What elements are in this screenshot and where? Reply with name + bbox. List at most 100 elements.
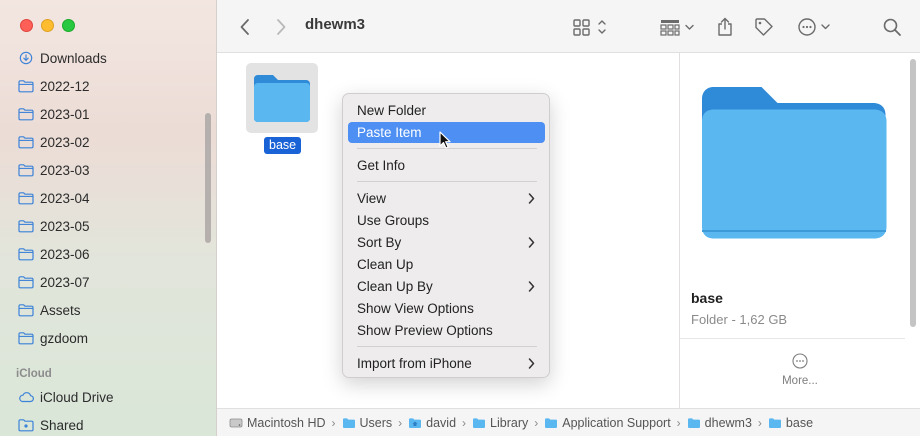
folder-item-base[interactable] [246,63,318,133]
back-button[interactable] [235,0,255,53]
folder-icon [18,108,34,121]
sidebar-item-2023-06[interactable]: 2023-06 [18,243,90,265]
sidebar-item-2022-12[interactable]: 2022-12 [18,75,90,97]
action-menu-button[interactable] [795,0,835,53]
preview-file-name: base [691,290,723,306]
chevron-left-icon [240,18,249,35]
sidebar-section-icloud: iCloud [16,368,52,380]
menu-separator [357,346,537,347]
sidebar-item-label: iCloud Drive [40,389,114,405]
sidebar-item-label: 2023-04 [40,190,90,206]
menu-item-show-view-options[interactable]: Show View Options [348,298,545,319]
sidebar-item-shared[interactable]: Shared [18,414,84,436]
folder-icon [18,80,34,93]
tag-icon [755,17,773,36]
menu-item-clean-up[interactable]: Clean Up [348,254,545,275]
folder-icon [254,75,310,122]
sidebar-item-2023-07[interactable]: 2023-07 [18,271,90,293]
more-actions-icon [798,17,830,36]
home-folder-icon [409,417,422,428]
hard-drive-icon [229,418,243,427]
menu-item-new-folder[interactable]: New Folder [348,100,545,121]
path-separator: › [398,415,403,430]
grid-view-icon [573,18,606,36]
menu-item-sort-by[interactable]: Sort By [348,232,545,253]
folder-icon [18,220,34,233]
sidebar-item-label: 2023-06 [40,246,90,262]
window-controls [20,19,75,32]
sidebar-item-label: 2023-03 [40,162,90,178]
menu-item-use-groups[interactable]: Use Groups [348,210,545,231]
preview-scrollbar[interactable] [910,59,916,327]
path-crumb-application-support[interactable]: Application Support [544,416,671,430]
sidebar-item-label: 2023-01 [40,106,90,122]
sidebar-scrollbar[interactable] [205,113,211,243]
more-icon [792,353,808,369]
mouse-cursor-icon [439,131,451,149]
sidebar-item-label: 2023-02 [40,134,90,150]
zoom-window-button[interactable] [62,19,75,32]
chevron-right-icon [277,18,286,35]
path-crumb-david[interactable]: david [408,416,456,430]
search-button[interactable] [881,0,903,53]
menu-separator [357,181,537,182]
path-crumb-users[interactable]: Users [342,416,392,430]
sidebar-item-assets[interactable]: Assets [18,299,81,321]
search-icon [883,18,901,36]
window-title: dhewm3 [305,16,366,33]
path-crumb-base[interactable]: base [768,416,813,430]
path-separator: › [676,415,681,430]
tags-button[interactable] [752,0,776,53]
path-crumb-dhewm3[interactable]: dhewm3 [687,416,752,430]
path-separator: › [462,415,467,430]
folder-icon [18,164,34,177]
group-icon [660,19,694,36]
sidebar-item-2023-04[interactable]: 2023-04 [18,187,90,209]
sidebar-item-label: Assets [40,302,81,318]
view-mode-button[interactable] [569,0,611,53]
toolbar: dhewm3 [217,0,920,53]
sidebar-item-gzdoom[interactable]: gzdoom [18,327,88,349]
chevron-right-icon [528,358,535,369]
folder-icon [18,248,34,261]
path-crumb-macintosh-hd[interactable]: Macintosh HD [229,416,326,430]
sidebar-item-icloud-drive[interactable]: iCloud Drive [18,386,114,408]
share-button[interactable] [714,0,736,53]
menu-item-get-info[interactable]: Get Info [348,155,545,176]
sidebar: Downloads 2022-12 2023-01 2023-02 2023-0… [0,0,217,436]
sidebar-item-2023-01[interactable]: 2023-01 [18,103,90,125]
minimize-window-button[interactable] [41,19,54,32]
path-separator: › [534,415,539,430]
folder-icon [18,332,34,345]
preview-divider [680,338,905,339]
path-bar: Macintosh HD › Users › david › Library ›… [217,408,920,436]
menu-item-view[interactable]: View [348,188,545,209]
close-window-button[interactable] [20,19,33,32]
sidebar-item-label: 2023-05 [40,218,90,234]
folder-icon [342,417,355,428]
preview-more-button[interactable]: More... [775,353,825,387]
sidebar-item-downloads[interactable]: Downloads [18,47,107,69]
sidebar-item-label: gzdoom [40,330,89,346]
preview-more-label: More... [782,375,818,387]
sidebar-item-label: Downloads [40,50,107,66]
folder-item-name[interactable]: base [264,137,302,154]
path-crumb-library[interactable]: Library [472,416,528,430]
forward-button[interactable] [271,0,291,53]
menu-item-show-preview-options[interactable]: Show Preview Options [348,320,545,341]
folder-icon [18,136,34,149]
sidebar-item-2023-05[interactable]: 2023-05 [18,215,90,237]
chevron-right-icon [528,281,535,292]
menu-item-import-from-iphone[interactable]: Import from iPhone [348,353,545,374]
group-button[interactable] [657,0,699,53]
sidebar-item-2023-03[interactable]: 2023-03 [18,159,90,181]
folder-icon [18,276,34,289]
download-icon [19,51,33,65]
path-separator: › [331,415,336,430]
sidebar-item-2023-02[interactable]: 2023-02 [18,131,90,153]
menu-item-clean-up-by[interactable]: Clean Up By [348,276,545,297]
sidebar-item-label: 2022-12 [40,78,90,94]
sidebar-item-label: 2023-07 [40,274,90,290]
folder-icon [473,417,486,428]
chevron-right-icon [528,237,535,248]
